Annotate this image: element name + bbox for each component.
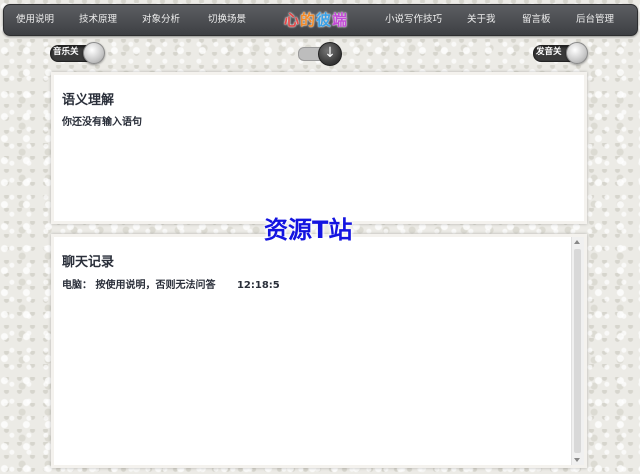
nav-item-writing-tips[interactable]: 小说写作技巧 <box>385 5 442 35</box>
scroll-up-icon[interactable] <box>574 240 580 244</box>
voice-toggle-knob[interactable] <box>566 42 588 64</box>
chat-panel-title: 聊天记录 <box>62 255 115 270</box>
nav-item-switch-scene[interactable]: 切换场景 <box>208 5 246 35</box>
semantic-panel: 语义理解 你还没有输入语句 <box>51 72 587 224</box>
nav-item-admin[interactable]: 后台管理 <box>576 5 614 35</box>
music-toggle-knob[interactable] <box>83 42 105 64</box>
chat-timestamp: 12:18:5 <box>236 280 280 291</box>
voice-toggle[interactable]: 发音关 <box>533 42 589 64</box>
logo-char: 的 <box>300 11 317 29</box>
scroll-thumb[interactable] <box>574 249 581 453</box>
semantic-panel-text: 你还没有输入语句 <box>62 117 142 128</box>
music-toggle-label: 音乐关 <box>53 47 79 57</box>
chat-message-row: 电脑： 按使用说明，否则无法问答 12:18:5 <box>62 276 280 291</box>
logo-char: 彼 <box>316 11 333 29</box>
scene-toggle[interactable]: ↓ <box>298 42 344 66</box>
voice-toggle-label: 发音关 <box>536 47 562 57</box>
nav-item-object-analysis[interactable]: 对象分析 <box>142 5 180 35</box>
down-arrow-icon[interactable]: ↓ <box>318 42 342 66</box>
chat-panel: 聊天记录 电脑： 按使用说明，否则无法问答 12:18:5 <box>51 234 587 468</box>
music-toggle[interactable]: 音乐关 <box>50 42 106 64</box>
logo-char: 心 <box>284 11 301 29</box>
nav-item-about[interactable]: 关于我 <box>467 5 496 35</box>
scroll-down-icon[interactable] <box>574 458 580 462</box>
nav-item-guestbook[interactable]: 留言板 <box>522 5 551 35</box>
watermark-text: 资源T站 <box>264 216 353 244</box>
semantic-panel-title: 语义理解 <box>62 93 115 108</box>
chat-scrollbar[interactable] <box>571 237 584 465</box>
nav-item-usage[interactable]: 使用说明 <box>16 5 54 35</box>
site-logo[interactable]: 心的彼端 <box>284 9 348 31</box>
top-nav-bar: 使用说明 技术原理 对象分析 切换场景 心的彼端 小说写作技巧 关于我 留言板 … <box>3 4 638 36</box>
chat-message: 按使用说明，否则无法问答 <box>95 280 216 291</box>
chat-speaker: 电脑： <box>62 280 92 291</box>
nav-item-tech[interactable]: 技术原理 <box>79 5 117 35</box>
logo-char: 端 <box>332 11 349 29</box>
